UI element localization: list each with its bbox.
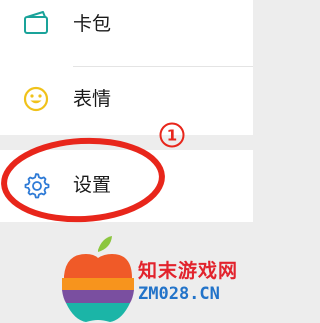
step-number-badge: 1 ① bbox=[159, 122, 185, 148]
smiley-icon bbox=[23, 86, 49, 112]
watermark-site-name: 知末游戏网 bbox=[138, 260, 239, 282]
svg-text:1: 1 bbox=[167, 127, 177, 145]
menu-item-card-wallet[interactable]: 卡包 bbox=[0, 0, 253, 67]
card-wallet-icon bbox=[24, 11, 48, 34]
menu-item-label: 卡包 bbox=[73, 13, 112, 35]
apple-logo-icon bbox=[62, 236, 134, 322]
menu-item-stickers[interactable]: 表情 bbox=[0, 67, 253, 134]
menu-item-label: 表情 bbox=[73, 88, 112, 110]
menu-group: 卡包 表情 bbox=[0, 0, 253, 135]
step-circle-icon: 1 bbox=[159, 122, 185, 148]
annotation-ring bbox=[1, 137, 165, 223]
watermark: 知末游戏网 ZM028.CN bbox=[58, 236, 253, 323]
watermark-domain: ZM028.CN bbox=[138, 284, 220, 304]
